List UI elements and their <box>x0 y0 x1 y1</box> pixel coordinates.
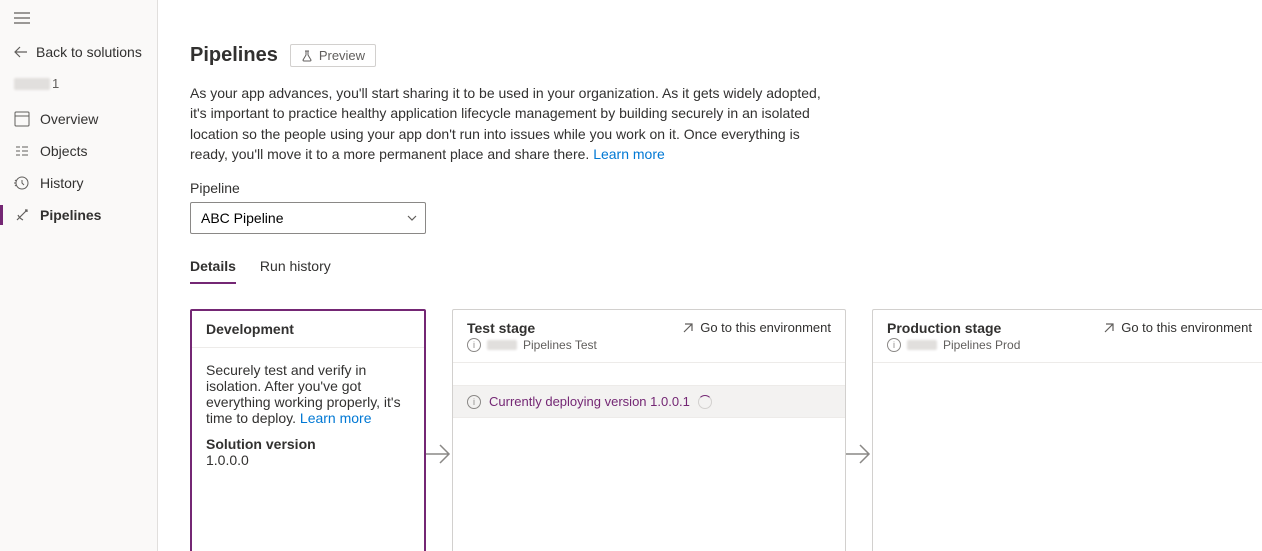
page-title: Pipelines <box>190 44 278 67</box>
page-description: As your app advances, you'll start shari… <box>190 83 830 164</box>
stage-title: Development <box>206 321 294 337</box>
tab-details[interactable]: Details <box>190 258 236 284</box>
goto-environment-link[interactable]: Go to this environment <box>682 320 831 335</box>
stage-card-production: Production stage i Pipelines Prod Go to … <box>872 309 1262 551</box>
solution-version-label: Solution version <box>206 436 410 452</box>
hamburger-icon <box>14 12 30 24</box>
pipelines-icon <box>14 207 30 223</box>
card-body: Securely test and verify in isolation. A… <box>192 348 424 551</box>
arrow-icon <box>846 309 872 551</box>
card-head: Production stage i Pipelines Prod Go to … <box>873 310 1262 363</box>
pipeline-select-wrap: ABC Pipeline <box>190 202 426 234</box>
pipeline-field-label: Pipeline <box>190 180 1262 196</box>
beaker-icon <box>301 50 313 62</box>
history-icon <box>14 175 30 191</box>
nav-item-overview[interactable]: Overview <box>0 103 157 135</box>
deploy-status-banner: i Currently deploying version 1.0.0.1 <box>453 385 845 418</box>
open-icon <box>682 322 694 334</box>
goto-environment-link[interactable]: Go to this environment <box>1103 320 1252 335</box>
arrow-icon <box>426 309 452 551</box>
nav-label: Overview <box>40 111 98 127</box>
nav-item-history[interactable]: History <box>0 167 157 199</box>
nav-list: Overview Objects History Pipelines <box>0 103 157 231</box>
tabs: Details Run history <box>190 258 1262 285</box>
stage-card-development: Development Securely test and verify in … <box>190 309 426 551</box>
main-content: Pipelines Preview As your app advances, … <box>158 0 1262 551</box>
environment-line: i Pipelines Test <box>467 338 597 352</box>
open-icon <box>1103 322 1115 334</box>
stage-card-test: Test stage i Pipelines Test Go to this e… <box>452 309 846 551</box>
learn-more-link[interactable]: Learn more <box>593 146 665 162</box>
environment-line: i Pipelines Prod <box>887 338 1020 352</box>
objects-icon <box>14 143 30 159</box>
pipeline-select[interactable]: ABC Pipeline <box>190 202 426 234</box>
solution-version-value: 1.0.0.0 <box>206 452 410 468</box>
nav-label: History <box>40 175 84 191</box>
card-head: Development <box>192 311 424 348</box>
solution-name: 1 <box>0 68 157 99</box>
spinner-icon <box>698 395 712 409</box>
card-body <box>453 418 845 551</box>
hamburger-button[interactable] <box>0 0 157 36</box>
page-header: Pipelines Preview <box>190 44 1262 67</box>
nav-item-pipelines[interactable]: Pipelines <box>0 199 157 231</box>
nav-label: Objects <box>40 143 87 159</box>
arrow-left-icon <box>14 45 28 59</box>
stage-title: Production stage <box>887 320 1020 336</box>
nav-label: Pipelines <box>40 207 101 223</box>
tab-run-history[interactable]: Run history <box>260 258 331 284</box>
sidebar: Back to solutions 1 Overview Objects His… <box>0 0 158 551</box>
redacted-text <box>487 340 517 350</box>
back-to-solutions-link[interactable]: Back to solutions <box>0 36 157 68</box>
card-head: Test stage i Pipelines Test Go to this e… <box>453 310 845 363</box>
card-body <box>873 363 1262 551</box>
stages-row: Development Securely test and verify in … <box>190 309 1262 551</box>
info-icon: i <box>467 395 481 409</box>
info-icon: i <box>887 338 901 352</box>
nav-item-objects[interactable]: Objects <box>0 135 157 167</box>
redacted-text <box>14 78 50 90</box>
overview-icon <box>14 111 30 127</box>
info-icon: i <box>467 338 481 352</box>
preview-badge: Preview <box>290 44 376 67</box>
back-label: Back to solutions <box>36 44 142 60</box>
redacted-text <box>907 340 937 350</box>
learn-more-link[interactable]: Learn more <box>300 410 372 426</box>
stage-title: Test stage <box>467 320 597 336</box>
